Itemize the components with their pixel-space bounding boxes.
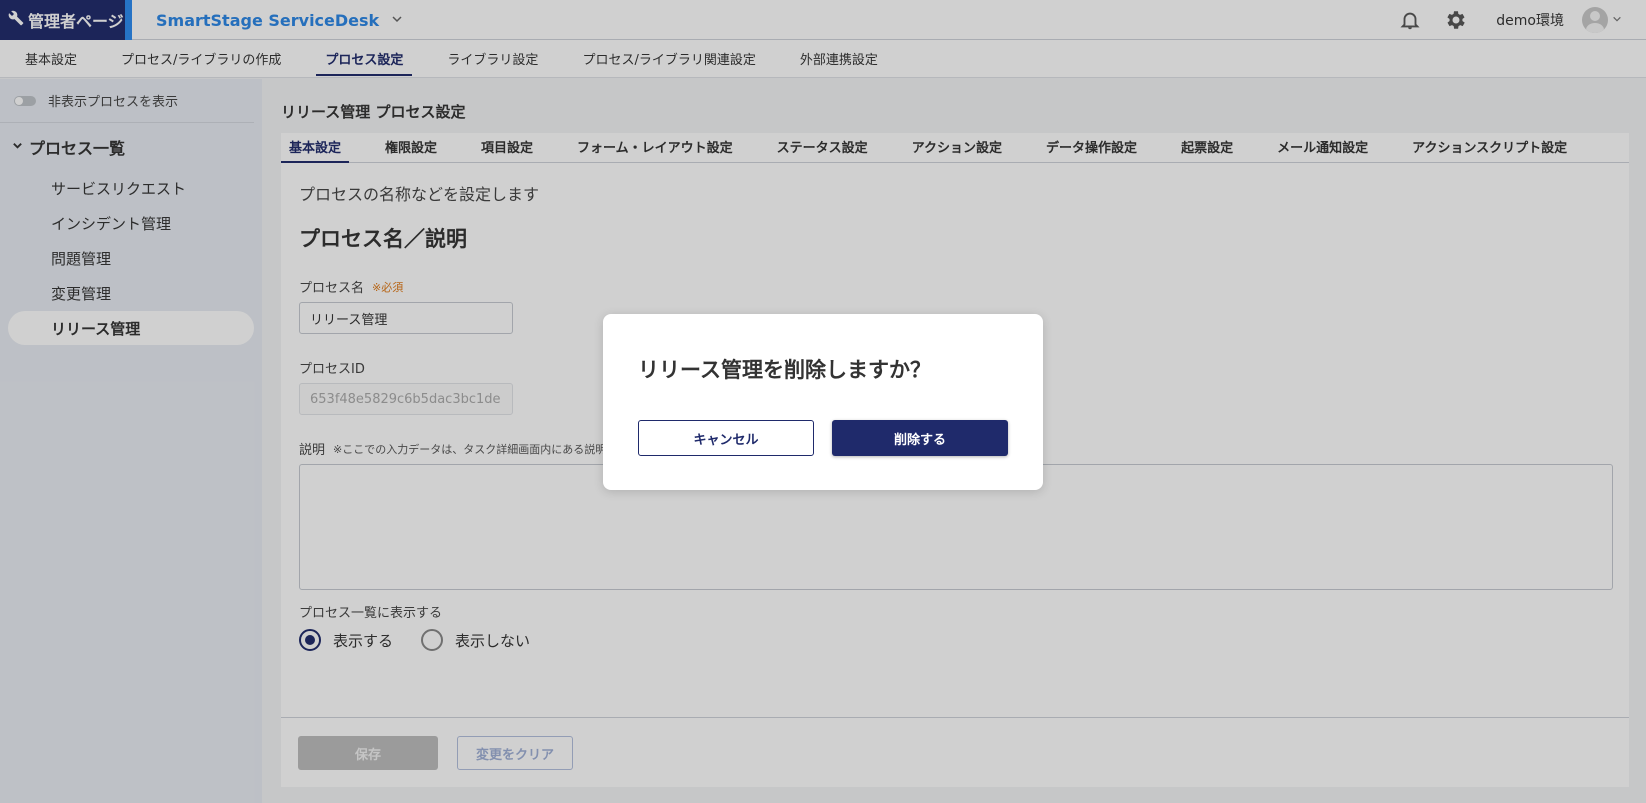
dialog-title: リリース管理を削除しますか？ <box>638 358 931 382</box>
cancel-button[interactable]: キャンセル <box>638 420 814 456</box>
delete-confirm-dialog: リリース管理を削除しますか？ キャンセル 削除する <box>603 314 1043 490</box>
delete-button[interactable]: 削除する <box>832 420 1008 456</box>
